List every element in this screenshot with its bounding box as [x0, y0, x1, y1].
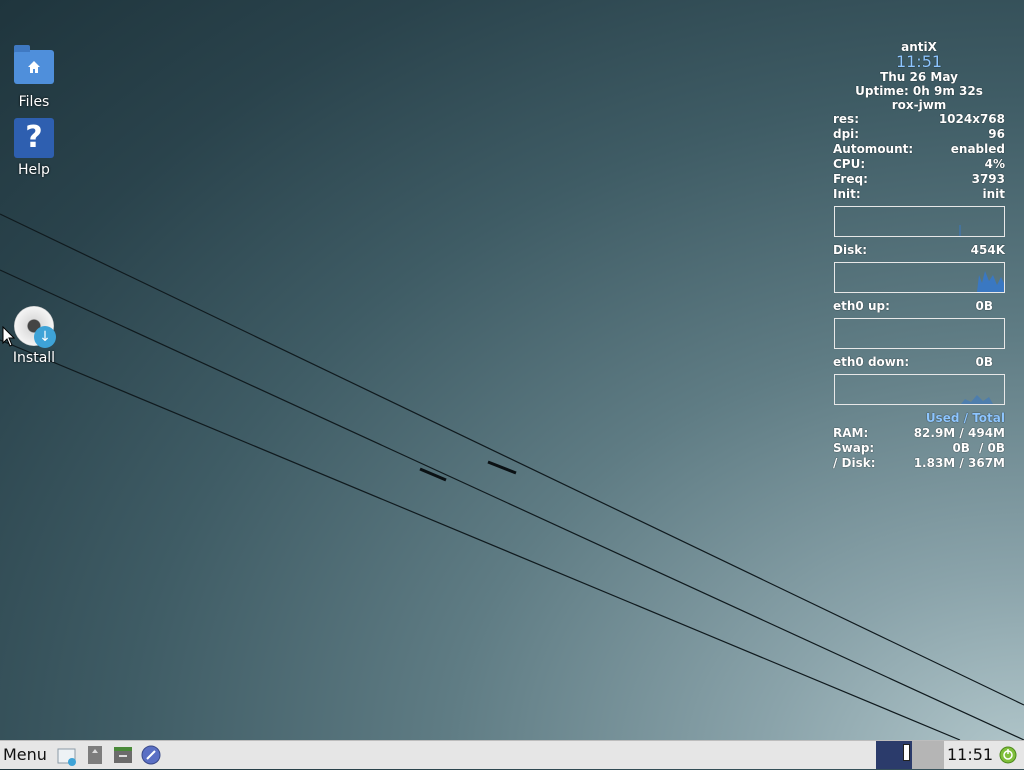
stat-label: res:: [833, 112, 859, 126]
power-icon[interactable]: [999, 746, 1017, 764]
memory-label: RAM:: [833, 426, 869, 440]
disk-row: Disk: 454K: [833, 243, 1005, 258]
archive-icon[interactable]: [84, 744, 106, 766]
download-arrow-icon: ↓: [34, 326, 56, 348]
stat-row: Freq: 3793: [833, 172, 1005, 187]
used-header: Used: [925, 411, 960, 425]
stat-label: Freq:: [833, 172, 868, 186]
cpu-graph: [834, 206, 1005, 237]
terminal-icon[interactable]: [112, 744, 134, 766]
stat-row: Init: init: [833, 187, 1005, 202]
stat-value: enabled: [950, 142, 1005, 156]
browser-icon[interactable]: [140, 744, 162, 766]
disk-value: 454K: [970, 243, 1005, 257]
folder-home-icon: [14, 45, 54, 90]
memory-row-ram: RAM: 82.9M / 494M: [833, 426, 1005, 440]
stat-label: Init:: [833, 187, 861, 201]
stat-label: dpi:: [833, 127, 860, 141]
eth0-down-label: eth0 down:: [833, 355, 910, 369]
stat-label: CPU:: [833, 157, 866, 171]
menu-button[interactable]: Menu: [0, 741, 53, 769]
conky-date: Thu 26 May: [880, 70, 958, 84]
stat-value: 96: [988, 127, 1005, 141]
memory-row-swap: Swap: 0B/ 0B: [833, 441, 1006, 455]
taskbar: Menu 11:51: [0, 740, 1024, 769]
eth0-up-graph: [834, 318, 1005, 349]
desktop-icon-files[interactable]: Files: [4, 44, 64, 110]
memory-total: 494M: [968, 426, 1005, 440]
stat-value: 4%: [984, 157, 1005, 171]
window-manager: rox-jwm: [891, 98, 947, 112]
memory-used: 1.83M: [913, 456, 956, 470]
disk-graph: [834, 262, 1005, 293]
disk-label: Disk:: [833, 243, 867, 257]
taskbar-clock[interactable]: 11:51: [947, 741, 993, 769]
desktop-icon-label: Files: [18, 94, 50, 110]
total-header: Total: [972, 411, 1005, 425]
eth0-up-row: eth0 up: 0B: [833, 299, 1005, 314]
eth0-down-row: eth0 down: 0B: [833, 355, 1005, 370]
stat-row: res: 1024x768: [833, 112, 1005, 127]
stat-row: dpi: 96: [833, 127, 1005, 142]
memory-header: Used / Total: [833, 411, 1005, 426]
file-manager-icon[interactable]: [56, 744, 78, 766]
stat-row: CPU: 4%: [833, 157, 1005, 172]
header-separator: /: [963, 411, 969, 425]
memory-label: Swap:: [833, 441, 875, 455]
stat-value: 3793: [971, 172, 1005, 186]
desktop-icon-label: Help: [18, 162, 50, 178]
memory-label: / Disk:: [833, 456, 876, 470]
mouse-cursor-icon: [2, 326, 16, 347]
pager-window: [903, 744, 910, 761]
stat-value: init: [982, 187, 1005, 201]
eth0-up-value: 0B: [975, 299, 994, 313]
uptime: Uptime: 0h 9m 32s: [855, 84, 983, 98]
desktop-icon-label: Install: [12, 350, 56, 366]
install-disc-icon: ↓: [14, 306, 56, 348]
conky-clock: 11:51: [895, 52, 943, 71]
eth0-down-graph: [834, 374, 1005, 405]
memory-total: 367M: [968, 456, 1005, 470]
stat-label: Automount:: [833, 142, 914, 156]
memory-used: 82.9M: [913, 426, 956, 440]
conky-system-monitor: antiX 11:51 Thu 26 May Uptime: 0h 9m 32s…: [833, 40, 1005, 471]
memory-used: 0B: [952, 441, 970, 455]
memory-total: 0B: [987, 441, 1006, 455]
eth0-down-value: 0B: [975, 355, 994, 369]
desktop-pager[interactable]: [876, 741, 944, 769]
desktop-icon-help[interactable]: ? Help: [4, 118, 64, 178]
help-icon: ?: [14, 118, 54, 158]
memory-row-disk: / Disk: 1.83M / 367M: [833, 456, 1005, 470]
eth0-up-label: eth0 up:: [833, 299, 890, 313]
stat-row: Automount: enabled: [833, 142, 1005, 157]
stat-value: 1024x768: [938, 112, 1005, 126]
